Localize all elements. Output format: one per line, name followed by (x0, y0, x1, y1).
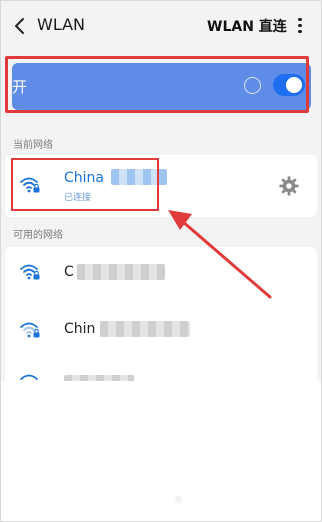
wlan-switch[interactable] (273, 74, 305, 96)
network-ssid: C (64, 264, 74, 280)
loading-spinner-icon (244, 77, 261, 94)
redacted-ssid (77, 264, 165, 280)
redacted-ssid (64, 375, 134, 381)
redacted-ssid (111, 169, 167, 185)
wifi-lock-icon (20, 374, 38, 380)
wifi-lock-icon (20, 322, 40, 338)
redacted-ssid (100, 321, 190, 337)
vertical-dots-icon[interactable] (293, 15, 307, 37)
current-network-card[interactable] (5, 155, 317, 217)
switch-knob (286, 77, 302, 93)
home-indicator (175, 496, 182, 503)
network-ssid: Chin (64, 321, 96, 337)
page-title: WLAN (37, 15, 86, 34)
wifi-lock-icon (20, 264, 40, 280)
wlan-toggle-row[interactable]: 开 (12, 63, 311, 110)
connection-status: 已连接 (64, 193, 92, 203)
wlan-direct-button[interactable]: WLAN 直连 (207, 16, 287, 36)
current-network-header: 当前网络 (13, 140, 53, 151)
current-network-ssid: China (64, 170, 104, 186)
chevron-left-icon[interactable] (11, 15, 29, 37)
gear-icon[interactable] (278, 175, 300, 197)
available-networks-header: 可用的网络 (13, 230, 63, 241)
toggle-label: 开 (12, 78, 28, 96)
wifi-lock-icon (20, 177, 40, 193)
app-header: WLAN WLAN 直连 (1, 1, 321, 53)
wlan-settings-screen: WLAN WLAN 直连 开 当前网络 China 已连接 可用的网络 C Ch… (1, 1, 321, 381)
list-item[interactable] (5, 361, 317, 381)
